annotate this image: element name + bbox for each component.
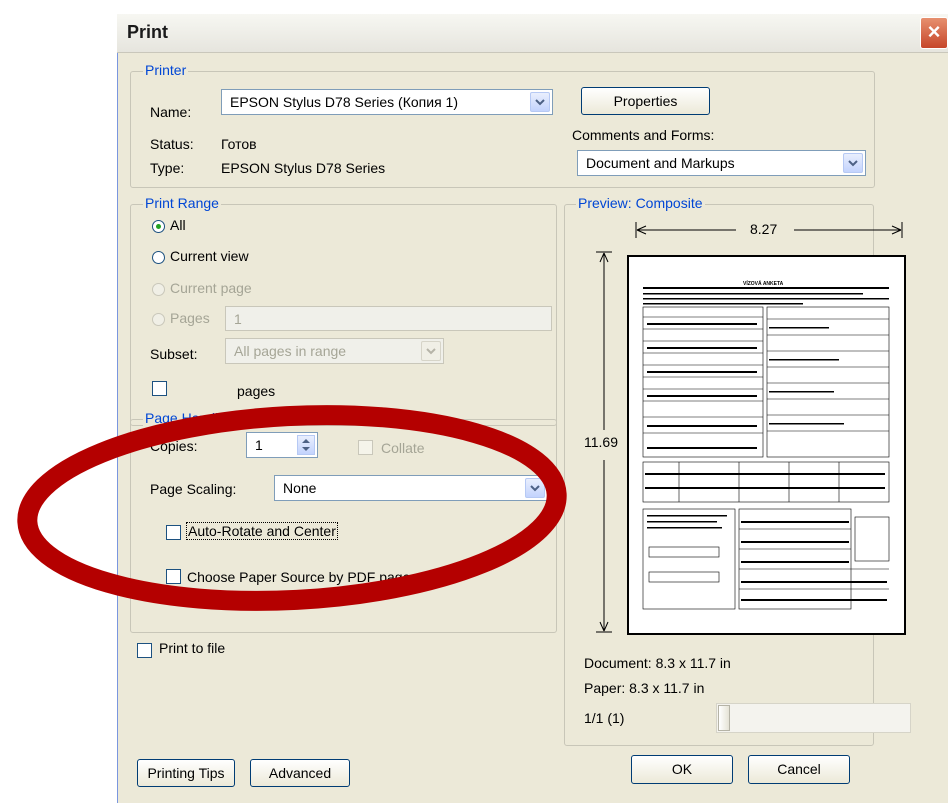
close-button[interactable]: × — [920, 17, 948, 49]
copies-stepper[interactable]: 1 — [246, 432, 318, 458]
name-label: Name: — [150, 104, 192, 120]
current-view-radio[interactable] — [152, 251, 165, 264]
chevron-down-icon — [525, 478, 545, 498]
page-slider-track[interactable] — [716, 703, 911, 733]
paper-source-label: Choose Paper Source by PDF page size — [187, 569, 440, 585]
pages-value: 1 — [234, 311, 242, 327]
status-label: Status: — [150, 136, 194, 152]
chevron-down-icon — [530, 92, 550, 112]
paper-source-checkbox[interactable] — [166, 569, 181, 584]
preview-legend: Preview: Composite — [576, 195, 705, 211]
copies-label: Copies: — [150, 438, 198, 454]
comments-forms-value: Document and Markups — [586, 155, 735, 171]
form-thumbnail — [642, 287, 890, 610]
current-page-label: Current page — [170, 280, 252, 296]
reverse-pages-label: pages — [237, 383, 276, 399]
pages-input[interactable]: 1 — [225, 306, 552, 331]
document-size: Document: 8.3 x 11.7 in — [584, 655, 731, 671]
current-page-radio[interactable] — [152, 283, 165, 296]
subset-select[interactable]: All pages in range — [225, 338, 444, 364]
type-value: EPSON Stylus D78 Series — [221, 160, 386, 176]
page-scaling-label: Page Scaling: — [150, 481, 237, 497]
print-range-legend: Print Range — [143, 195, 221, 211]
collate-label: Collate — [381, 440, 425, 456]
preview-width-value: 8.27 — [750, 221, 778, 237]
print-to-file-checkbox[interactable] — [137, 643, 152, 658]
page-scaling-value: None — [283, 480, 317, 496]
printer-name-select[interactable]: EPSON Stylus D78 Series (Копия 1) — [221, 89, 553, 115]
all-radio[interactable] — [152, 220, 165, 233]
page-indicator: 1/1 (1) — [584, 710, 625, 726]
printing-tips-button[interactable]: Printing Tips — [137, 759, 235, 787]
status-value: Готов — [221, 136, 257, 152]
chevron-down-icon — [421, 341, 441, 361]
print-to-file-label: Print to file — [159, 640, 226, 656]
subset-value: All pages in range — [234, 343, 347, 359]
spinner-icon[interactable] — [297, 435, 315, 455]
collate-checkbox[interactable] — [358, 440, 373, 455]
chevron-down-icon — [843, 153, 863, 173]
preview-height-value: 11.69 — [584, 434, 618, 450]
properties-button[interactable]: Properties — [581, 87, 710, 115]
copies-value: 1 — [255, 437, 263, 453]
paper-size: Paper: 8.3 x 11.7 in — [584, 680, 705, 696]
comments-forms-select[interactable]: Document and Markups — [577, 150, 866, 176]
current-view-label: Current view — [170, 248, 249, 264]
radio-selected-dot — [156, 224, 161, 229]
subset-label: Subset: — [150, 346, 198, 362]
all-label: All — [170, 217, 186, 233]
pages-label: Pages — [170, 310, 210, 326]
cancel-button[interactable]: Cancel — [748, 755, 850, 784]
page-slider-thumb[interactable] — [718, 705, 730, 731]
auto-rotate-checkbox[interactable] — [166, 525, 181, 540]
title-bar: Print × — [117, 14, 948, 53]
comments-forms-label: Comments and Forms: — [572, 127, 715, 143]
type-label: Type: — [150, 160, 185, 176]
close-icon: × — [927, 19, 941, 44]
pages-radio[interactable] — [152, 313, 165, 326]
printer-legend: Printer — [143, 62, 189, 78]
printer-name-value: EPSON Stylus D78 Series (Копия 1) — [230, 94, 458, 110]
page-preview: VÍZOVÁ ANKETA — [627, 255, 906, 635]
dialog-title: Print — [127, 22, 169, 42]
ok-button[interactable]: OK — [631, 755, 733, 784]
advanced-button[interactable]: Advanced — [250, 759, 350, 787]
page-handling-legend: Page Handling — [143, 410, 239, 426]
reverse-pages-checkbox[interactable] — [152, 381, 167, 396]
page-scaling-select[interactable]: None — [274, 475, 548, 501]
auto-rotate-label: Auto-Rotate and Center — [186, 522, 338, 540]
